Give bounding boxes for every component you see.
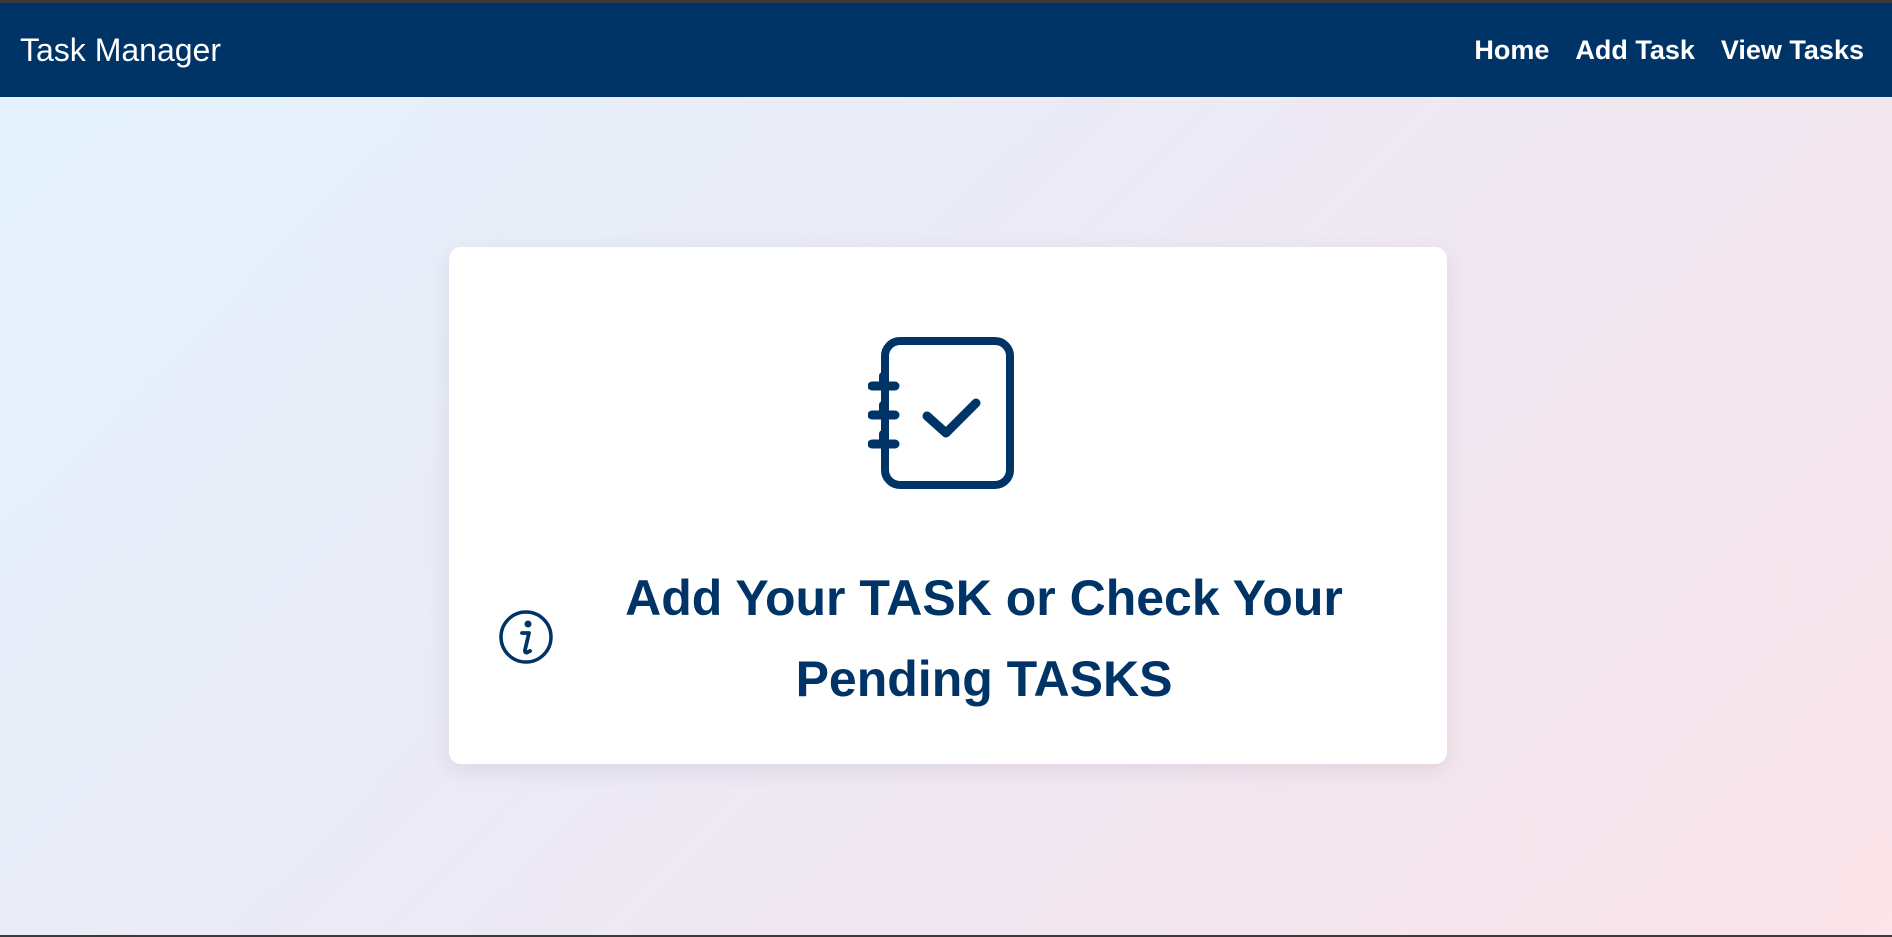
- navbar: Task Manager Home Add Task View Tasks: [0, 3, 1892, 97]
- hero-headline: Add Your TASK or Check Your Pending TASK…: [625, 570, 1343, 707]
- nav-link-view-tasks[interactable]: View Tasks: [1721, 35, 1864, 66]
- nav-link-add-task[interactable]: Add Task: [1575, 35, 1695, 66]
- info-icon: [499, 610, 553, 664]
- nav-link-home[interactable]: Home: [1474, 35, 1549, 66]
- nav-links: Home Add Task View Tasks: [1448, 35, 1864, 66]
- notebook-check-icon: [868, 337, 1014, 489]
- brand-link[interactable]: Task Manager: [20, 32, 221, 69]
